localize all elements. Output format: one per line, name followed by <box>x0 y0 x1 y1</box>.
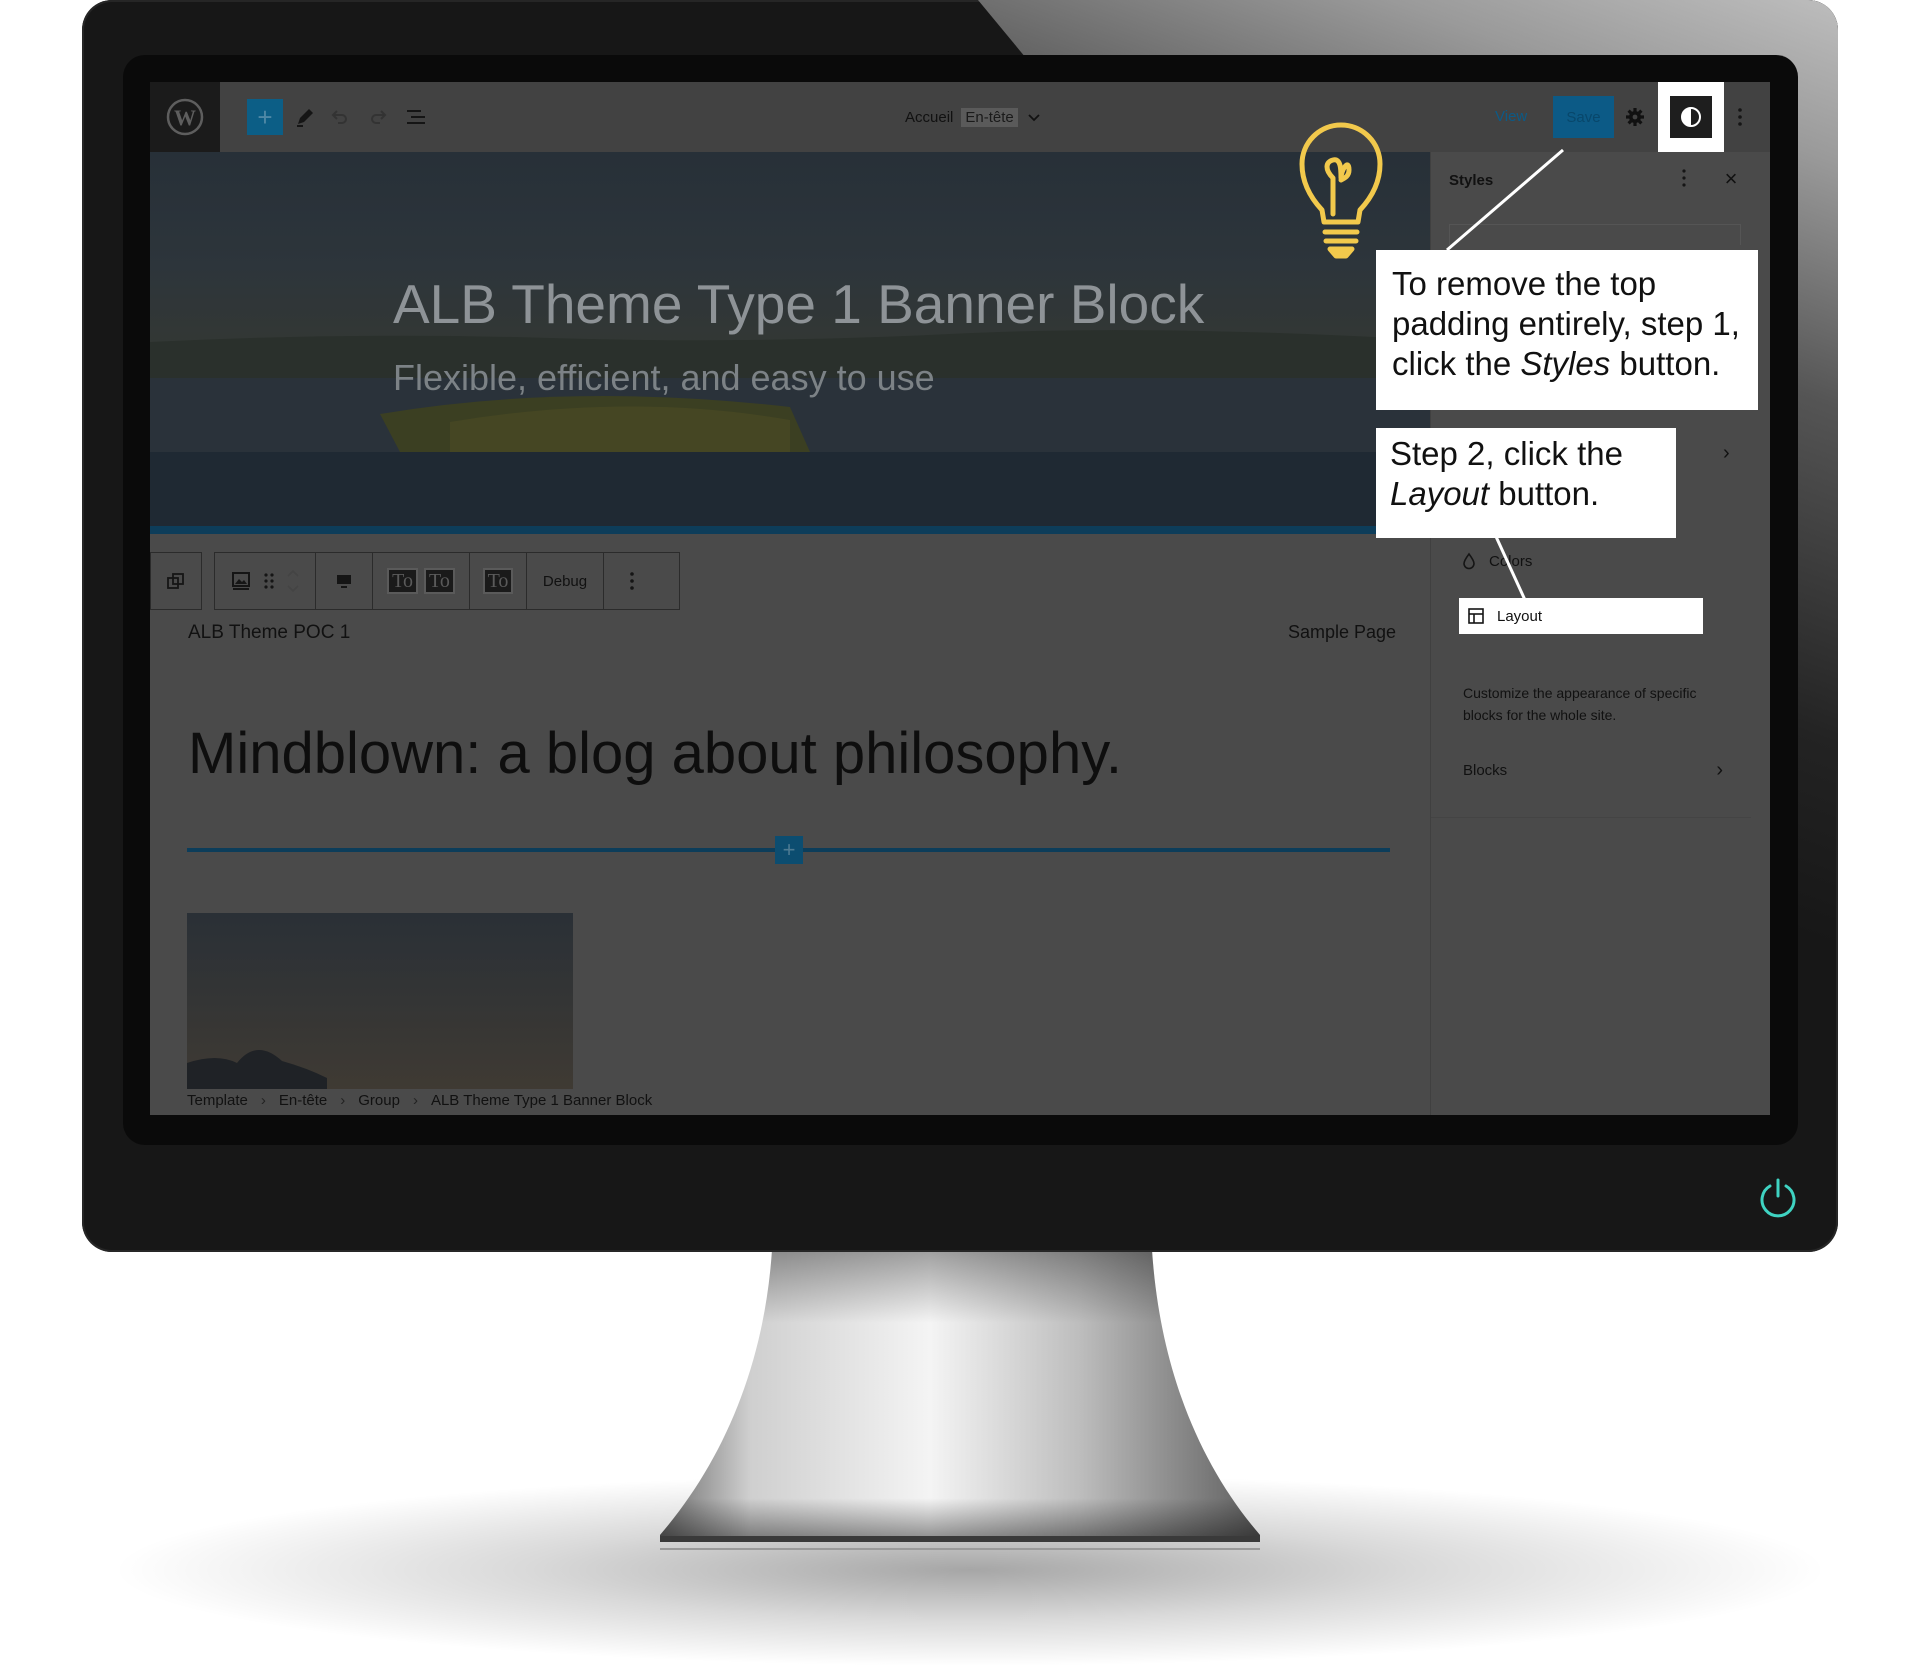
callout-emphasis: Styles <box>1520 345 1611 382</box>
more-vertical-icon <box>630 572 634 590</box>
landscape-image <box>187 1049 327 1089</box>
style-preview[interactable] <box>1449 224 1741 245</box>
chevron-right-icon: › <box>260 1092 266 1109</box>
sidebar-item-blocks[interactable]: Blocks › <box>1463 759 1723 781</box>
close-icon: × <box>1724 166 1738 191</box>
text-overlay-icon[interactable]: To <box>387 568 418 594</box>
parent-block-icon <box>167 573 184 589</box>
sidebar-item-label: Colors <box>1489 552 1533 570</box>
text-overlay-alt-icon[interactable]: To <box>482 568 514 594</box>
callout-text: padding entirely, step 1, <box>1392 305 1740 342</box>
callout-emphasis: Layout <box>1390 475 1490 512</box>
styles-button[interactable] <box>1670 96 1712 138</box>
debug-label: Debug <box>542 572 588 590</box>
breadcrumb-item[interactable]: Template <box>180 1092 255 1109</box>
callout-text: button. <box>1610 345 1721 382</box>
document-title-button[interactable]: Accueil En-tête <box>905 104 1042 130</box>
save-label: Save <box>1566 108 1601 126</box>
breadcrumb-item[interactable]: ALB Theme Type 1 Banner Block <box>424 1092 659 1109</box>
chevron-down-icon <box>1028 114 1040 122</box>
callout-text: click the Styles button. <box>1392 344 1742 384</box>
align-icon <box>337 575 351 588</box>
block-toolbar: To To To Debug <box>214 552 680 610</box>
add-block-button[interactable]: + <box>247 99 283 135</box>
redo-button[interactable] <box>364 102 394 132</box>
block-options-button[interactable] <box>604 553 660 609</box>
options-button[interactable] <box>1730 102 1750 132</box>
post-featured-image[interactable] <box>187 913 573 1089</box>
template-part-tag: En-tête <box>961 107 1018 127</box>
more-vertical-icon <box>1738 108 1742 126</box>
chevron-right-icon: › <box>340 1092 346 1109</box>
tools-button[interactable] <box>290 102 320 132</box>
banner-block[interactable]: ALB Theme Type 1 Banner Block Flexible, … <box>150 152 1430 534</box>
select-parent-button[interactable] <box>150 552 202 610</box>
plus-icon: + <box>257 102 273 132</box>
sidebar-title: Styles <box>1449 172 1494 189</box>
align-button[interactable] <box>316 553 373 609</box>
callout-step-2: Step 2, click the Layout button. <box>1376 428 1676 538</box>
callout-text: click the <box>1392 345 1521 382</box>
pencil-icon <box>297 109 313 127</box>
site-title[interactable]: ALB Theme POC 1 <box>188 622 350 644</box>
gear-icon <box>1626 108 1644 126</box>
svg-text:W: W <box>174 105 196 130</box>
debug-button[interactable]: Debug <box>527 553 604 609</box>
text-color-group: To <box>470 553 527 609</box>
contrast-icon <box>1681 107 1701 127</box>
undo-icon <box>331 110 347 124</box>
close-sidebar-button[interactable]: × <box>1719 168 1743 192</box>
sidebar-item-layout[interactable]: Layout <box>1459 598 1703 634</box>
list-view-button[interactable] <box>402 102 432 132</box>
view-button[interactable]: View <box>1495 108 1527 125</box>
breadcrumb-item[interactable]: En-tête <box>272 1092 334 1109</box>
breadcrumb: Template › En-tête › Group › ALB Theme T… <box>180 1092 659 1109</box>
wordpress-logo-icon: W <box>166 98 204 136</box>
callout-text: button. <box>1489 475 1600 512</box>
banner-subtitle: Flexible, efficient, and easy to use <box>393 357 935 398</box>
plus-icon: + <box>782 837 796 862</box>
save-button[interactable]: Save <box>1553 96 1614 138</box>
layout-icon <box>1468 608 1484 624</box>
sidebar-item-colors[interactable]: Colors <box>1461 552 1532 570</box>
sidebar-divider <box>1431 817 1751 818</box>
banner-selection-bar <box>150 526 1430 534</box>
wordpress-menu-button[interactable]: W <box>150 82 220 152</box>
redo-icon <box>371 110 387 124</box>
chevron-right-icon[interactable]: › <box>1723 442 1730 465</box>
chevron-right-icon: › <box>412 1092 418 1109</box>
droplet-icon <box>1463 552 1475 570</box>
undo-button[interactable] <box>324 102 354 132</box>
text-format-group: To To <box>373 553 470 609</box>
styles-button-highlight <box>1658 82 1724 152</box>
sidebar-item-label: Blocks <box>1463 762 1508 779</box>
list-view-icon <box>407 110 425 124</box>
block-type-group <box>215 553 316 609</box>
callout-text: Layout button. <box>1390 474 1662 514</box>
drag-handle-icon[interactable] <box>264 571 274 591</box>
sidebar-item-label: Layout <box>1497 607 1543 625</box>
callout-step-1: To remove the top padding entirely, step… <box>1376 250 1758 410</box>
banner-background-image <box>150 330 1430 526</box>
power-icon <box>1760 1178 1796 1218</box>
chevron-right-icon: › <box>1716 759 1723 781</box>
image-block-icon[interactable] <box>230 570 252 592</box>
nav-link-sample-page[interactable]: Sample Page <box>1288 622 1396 643</box>
callout-text: To remove the top <box>1392 265 1657 302</box>
settings-button[interactable] <box>1622 104 1648 130</box>
monitor-stand <box>660 1250 1260 1550</box>
sidebar-options-button[interactable] <box>1681 168 1701 192</box>
move-up-down-icon[interactable] <box>286 567 300 595</box>
text-overlay-underline-icon[interactable]: To <box>424 568 455 594</box>
page-heading[interactable]: Mindblown: a blog about philosophy. <box>188 720 1122 787</box>
more-vertical-icon <box>1682 169 1686 187</box>
document-title: Accueil <box>905 108 954 126</box>
banner-title: ALB Theme Type 1 Banner Block <box>393 273 1205 335</box>
editor-topbar: W + Accueil En-tête View Save <box>150 82 1770 152</box>
sidebar-description: Customize the appearance of specific blo… <box>1463 685 1697 723</box>
callout-text: Step 2, click the <box>1390 435 1623 472</box>
inserter-button[interactable]: + <box>775 836 803 864</box>
breadcrumb-item[interactable]: Group <box>351 1092 407 1109</box>
editor-screen: W + Accueil En-tête View Save ALB Theme … <box>150 82 1770 1115</box>
